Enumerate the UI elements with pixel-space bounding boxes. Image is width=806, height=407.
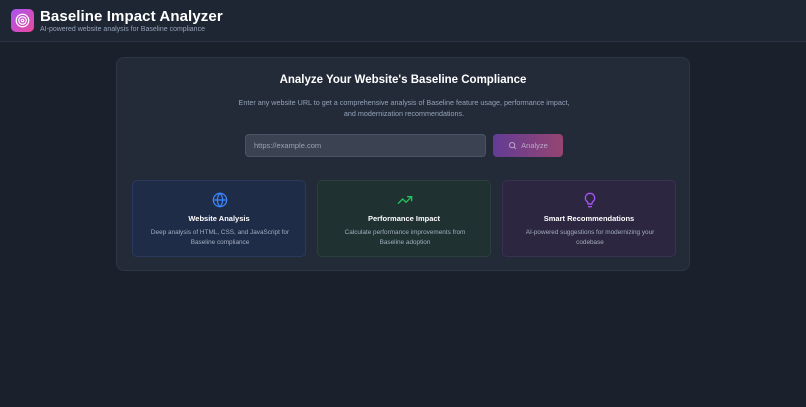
lightbulb-icon — [582, 192, 598, 208]
page-title: Analyze Your Website's Baseline Complian… — [279, 74, 527, 86]
feature-description: Deep analysis of HTML, CSS, and JavaScri… — [150, 229, 290, 246]
feature-title: Website Analysis — [188, 214, 250, 223]
feature-title: Smart Recommendations — [543, 214, 635, 223]
analyzer-description: Enter any website URL to get a comprehen… — [238, 98, 570, 118]
target-icon — [11, 9, 34, 32]
app-title: Baseline Impact Analyzer — [40, 8, 223, 25]
globe-icon — [212, 192, 228, 208]
feature-title: Performance Impact — [367, 214, 441, 223]
analyze-button-label: Analyze — [521, 141, 548, 150]
app-header: Baseline Impact Analyzer AI-powered webs… — [0, 0, 806, 42]
url-input[interactable] — [245, 134, 486, 157]
feature-description: Calculate performance improvements from … — [344, 229, 466, 246]
search-icon — [508, 141, 517, 150]
trending-up-icon — [397, 192, 413, 208]
analyzer-card: Analyze Your Website's Baseline Complian… — [116, 57, 690, 271]
feature-description: AI-powered suggestions for modernizing y… — [525, 229, 655, 246]
feature-card-smart-recommendations: Smart Recommendations AI-powered suggest… — [502, 180, 676, 257]
feature-card-website-analysis: Website Analysis Deep analysis of HTML, … — [132, 180, 306, 257]
analyze-button[interactable]: Analyze — [493, 134, 563, 157]
feature-card-performance-impact: Performance Impact Calculate performance… — [317, 180, 491, 257]
app-subtitle: AI-powered website analysis for Baseline… — [40, 26, 205, 33]
